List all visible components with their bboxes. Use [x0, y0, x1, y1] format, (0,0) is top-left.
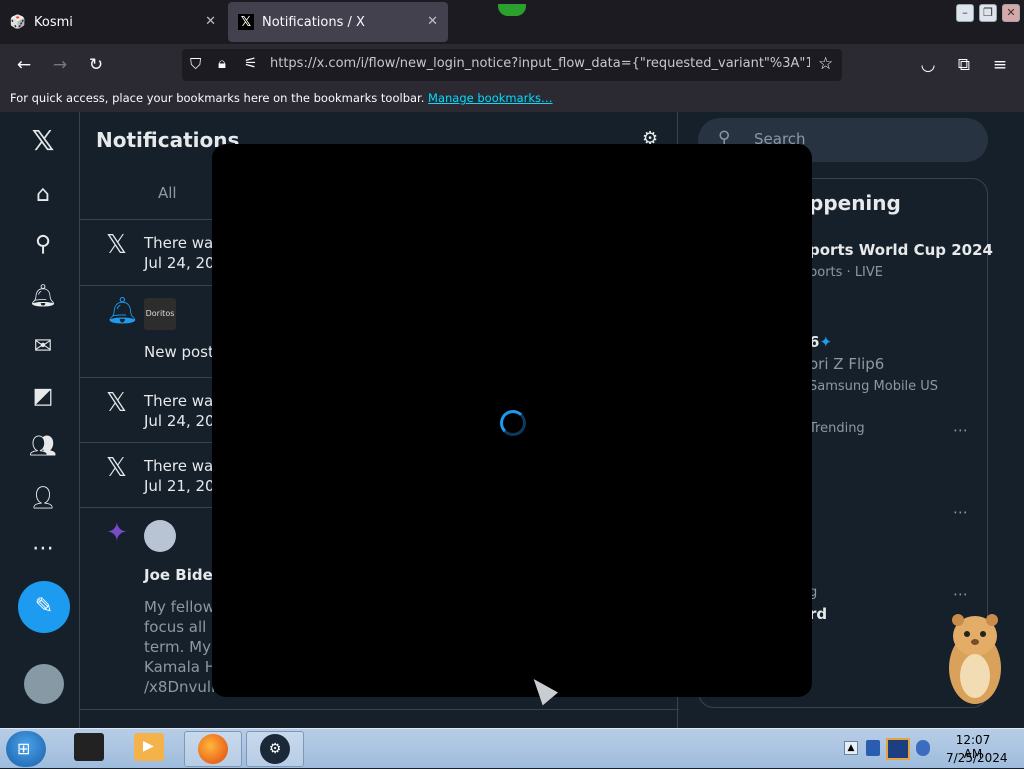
doritos-avatar[interactable]: Doritos [144, 298, 176, 330]
x-logo-icon: 𝕏 [106, 453, 127, 483]
cmd-window-icon[interactable] [74, 733, 104, 761]
url-text[interactable]: https://x.com/i/flow/new_login_notice?in… [270, 56, 810, 71]
forward-arrow-icon[interactable]: → [49, 54, 71, 76]
minimize-button[interactable]: – [956, 4, 974, 22]
more-icon[interactable]: ⋯ [28, 534, 58, 564]
back-arrow-icon[interactable]: ← [13, 54, 35, 76]
firefox-taskbar-button[interactable] [184, 731, 242, 767]
lock-icon[interactable]: 🔒︎ [218, 54, 226, 72]
tab-all[interactable]: All [158, 184, 177, 202]
compose-post-button[interactable]: ✎ [18, 581, 70, 633]
firefox-icon [198, 734, 228, 764]
x-logo-icon: 𝕏 [106, 230, 127, 260]
more-icon[interactable]: ⋯ [953, 503, 968, 521]
home-icon[interactable]: ⌂ [28, 180, 58, 210]
close-window-button[interactable]: ✕ [1002, 4, 1020, 22]
steam-taskbar-button[interactable]: ⚙ [246, 731, 304, 767]
search-icon[interactable]: ⚲ [28, 230, 58, 260]
panel-heading: ppening [809, 191, 901, 215]
feather-icon: ✎ [34, 594, 54, 619]
restore-button[interactable]: ❐ [979, 4, 997, 22]
more-icon[interactable]: ⋯ [953, 585, 968, 603]
show-hidden-icons-icon[interactable]: ▲ [844, 741, 858, 755]
tab-bar: 🎲 Kosmi ✕ 𝕏 Notifications / X ✕ – ❐ ✕ [0, 0, 1024, 44]
account-avatar[interactable] [24, 664, 64, 704]
address-bar[interactable]: ⛉ 🔒︎ ⚟ https://x.com/i/flow/new_login_no… [182, 49, 842, 81]
menu-icon[interactable]: ≡ [989, 54, 1011, 76]
bookmark-star-icon[interactable]: ☆ [818, 54, 833, 74]
trend-promoter: Samsung Mobile US [809, 379, 939, 394]
windows-logo-icon: ⊞ [17, 739, 31, 758]
notification-row[interactable] [80, 709, 679, 728]
tab-kosmi[interactable]: 🎲 Kosmi ✕ [0, 2, 226, 42]
x-logo-icon: 𝕏 [106, 388, 127, 418]
bell-icon[interactable]: 🔔︎ [28, 282, 58, 312]
post-text-line: My fellow [144, 598, 215, 616]
permissions-icon[interactable]: ⚟ [244, 54, 257, 72]
loading-spinner-icon [500, 410, 526, 436]
x-logo-icon[interactable]: 𝕏 [28, 126, 58, 156]
kosmi-favicon-icon: 🎲 [9, 14, 27, 30]
media-player-icon[interactable]: ▶ [134, 733, 164, 761]
network-icon[interactable] [886, 738, 910, 760]
trend-title[interactable]: ports World Cup 2024 [809, 241, 993, 259]
tab-label: Kosmi [34, 14, 73, 30]
sparkle-icon: ✦ [106, 518, 128, 548]
steam-icon: ⚙ [260, 734, 290, 764]
x-favicon-icon: 𝕏 [238, 14, 254, 30]
reload-icon[interactable]: ↻ [85, 54, 107, 76]
bell-icon: 🔔︎ [106, 296, 140, 326]
notification-text: New post [144, 343, 214, 361]
play-icon: ▶ [143, 738, 154, 754]
login-notice-modal [212, 144, 812, 697]
trend-subtitle: ori Z Flip6 [809, 355, 885, 373]
extensions-icon[interactable]: ⧉ [953, 54, 975, 76]
close-tab-icon[interactable]: ✕ [427, 14, 438, 29]
volume-icon[interactable] [916, 740, 930, 756]
clock-date[interactable]: 7/25/2024 [946, 751, 1008, 765]
left-navigation: 𝕏 ⌂ ⚲ 🔔︎ ✉ ◩ 👥︎ 👤︎ ⋯ ✎ [0, 112, 86, 728]
communities-icon[interactable]: 👥︎ [28, 432, 58, 462]
hamster-sticker [949, 614, 1001, 704]
tab-notifications[interactable]: 𝕏 Notifications / X ✕ [228, 2, 448, 42]
close-tab-icon[interactable]: ✕ [205, 14, 216, 29]
user-avatar[interactable] [144, 520, 176, 552]
notification-text: There was [144, 392, 222, 410]
bookmarks-hint: For quick access, place your bookmarks h… [10, 91, 425, 105]
notification-text: There was [144, 234, 222, 252]
pocket-icon[interactable]: ◡ [917, 54, 939, 76]
grok-icon[interactable]: ◩ [28, 382, 58, 412]
notification-text: There was [144, 457, 222, 475]
profile-icon[interactable]: 👤︎ [28, 484, 58, 514]
trend-category: Trending [809, 421, 865, 436]
post-text-line: /x8Dnvuln [144, 678, 221, 696]
navigation-toolbar: ← → ↻ ⛉ 🔒︎ ⚟ https://x.com/i/flow/new_lo… [0, 44, 1024, 86]
tray-app-icon[interactable] [866, 740, 880, 756]
trend-subtitle: ports · LIVE [809, 265, 884, 280]
sparkle-icon: ✦ [819, 333, 833, 351]
bookmarks-toolbar: For quick access, place your bookmarks h… [0, 86, 1024, 112]
tab-label: Notifications / X [262, 14, 365, 30]
shield-icon[interactable]: ⛉ [190, 55, 201, 73]
toolbar-decoration-icon [498, 4, 526, 16]
taskbar: ⊞ ▶ ⚙ ▲ 12:07 AM 7/25/2024 [0, 728, 1024, 768]
manage-bookmarks-link[interactable]: Manage bookmarks… [428, 91, 553, 105]
trend-title[interactable]: 6✦ [809, 333, 832, 351]
more-icon[interactable]: ⋯ [953, 421, 968, 439]
mail-icon[interactable]: ✉ [28, 332, 58, 362]
start-button[interactable]: ⊞ [6, 731, 46, 767]
